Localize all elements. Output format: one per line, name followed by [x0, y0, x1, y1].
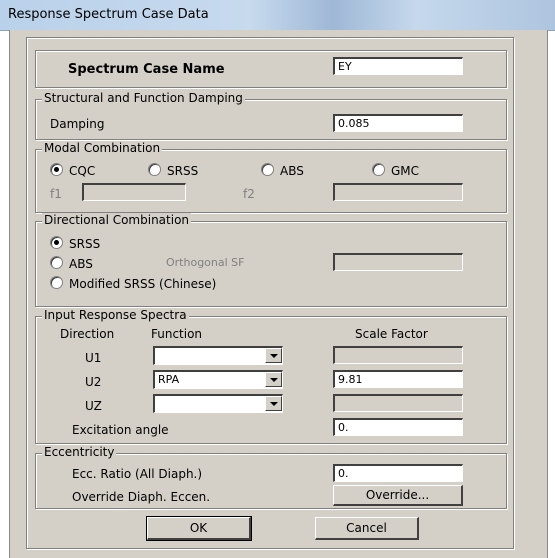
radio-icon [148, 163, 161, 176]
chevron-down-icon[interactable] [265, 348, 282, 363]
directional-combination-group: Directional Combination SRSS ABS Orthogo… [35, 213, 507, 307]
cancel-button[interactable]: Cancel [315, 517, 419, 540]
function-u1-select[interactable] [153, 346, 283, 365]
window-title: Response Spectrum Case Data [8, 7, 209, 22]
radio-selected-icon [50, 163, 63, 176]
function-u2-select[interactable]: RPA [153, 370, 283, 389]
override-button[interactable]: Override... [333, 485, 463, 506]
title-bar: Response Spectrum Case Data [0, 0, 555, 31]
radio-dir-modified-srss[interactable]: Modified SRSS (Chinese) [50, 276, 216, 291]
modal-combination-label: Modal Combination [42, 141, 163, 155]
chevron-down-icon[interactable] [265, 396, 282, 411]
ecc-ratio-label: Ecc. Ratio (All Diaph.) [72, 467, 203, 481]
modal-combination-group: Modal Combination CQC SRSS ABS GMC f1 f2 [35, 141, 507, 213]
radio-icon [50, 256, 63, 269]
scale-factor-header: Scale Factor [355, 327, 428, 341]
f1-input [82, 183, 186, 201]
scale-uz-input [333, 394, 463, 412]
spectrum-case-name-input[interactable]: EY [333, 57, 463, 75]
direction-header: Direction [60, 327, 115, 341]
radio-abs[interactable]: ABS [261, 163, 304, 178]
excitation-angle-input[interactable]: 0. [333, 418, 463, 436]
f2-label: f2 [243, 187, 255, 201]
chevron-down-icon[interactable] [265, 372, 282, 387]
radio-icon [50, 276, 63, 289]
scale-u1-input [333, 346, 463, 364]
direction-uz-label: UZ [85, 399, 102, 413]
damping-group: Structural and Function Damping Damping … [35, 91, 507, 140]
input-response-spectra-group: Input Response Spectra Direction Functio… [35, 308, 507, 444]
override-diaph-label: Override Diaph. Eccen. [72, 490, 211, 504]
function-header: Function [151, 327, 203, 341]
eccentricity-label: Eccentricity [42, 445, 117, 459]
main-panel: Spectrum Case Name EY Structural and Fun… [26, 37, 514, 549]
radio-gmc[interactable]: GMC [372, 163, 419, 178]
f1-label: f1 [50, 187, 62, 201]
directional-combination-label: Directional Combination [42, 213, 192, 227]
eccentricity-group: Eccentricity Ecc. Ratio (All Diaph.) 0. … [35, 445, 507, 509]
damping-label: Damping [50, 117, 105, 131]
input-response-spectra-label: Input Response Spectra [42, 308, 189, 322]
spectrum-case-group: Spectrum Case Name EY [35, 50, 507, 88]
orthogonal-sf-label: Orthogonal SF [166, 256, 245, 269]
damping-group-label: Structural and Function Damping [42, 91, 245, 105]
radio-cqc[interactable]: CQC [50, 163, 95, 178]
orthogonal-sf-input [333, 253, 463, 271]
function-uz-select[interactable] [153, 394, 283, 413]
damping-input[interactable]: 0.085 [333, 114, 463, 132]
radio-srss[interactable]: SRSS [148, 163, 198, 178]
ok-button[interactable]: OK [146, 516, 252, 541]
spectrum-case-name-label: Spectrum Case Name [68, 62, 225, 77]
direction-u2-label: U2 [85, 375, 102, 389]
scale-u2-input[interactable]: 9.81 [333, 370, 463, 388]
ecc-ratio-input[interactable]: 0. [333, 464, 463, 482]
f2-input [333, 183, 463, 201]
radio-dir-abs[interactable]: ABS [50, 256, 93, 271]
radio-selected-icon [50, 236, 63, 249]
radio-icon [261, 163, 274, 176]
radio-dir-srss[interactable]: SRSS [50, 236, 100, 251]
radio-icon [372, 163, 385, 176]
direction-u1-label: U1 [85, 351, 102, 365]
excitation-angle-label: Excitation angle [72, 423, 169, 437]
